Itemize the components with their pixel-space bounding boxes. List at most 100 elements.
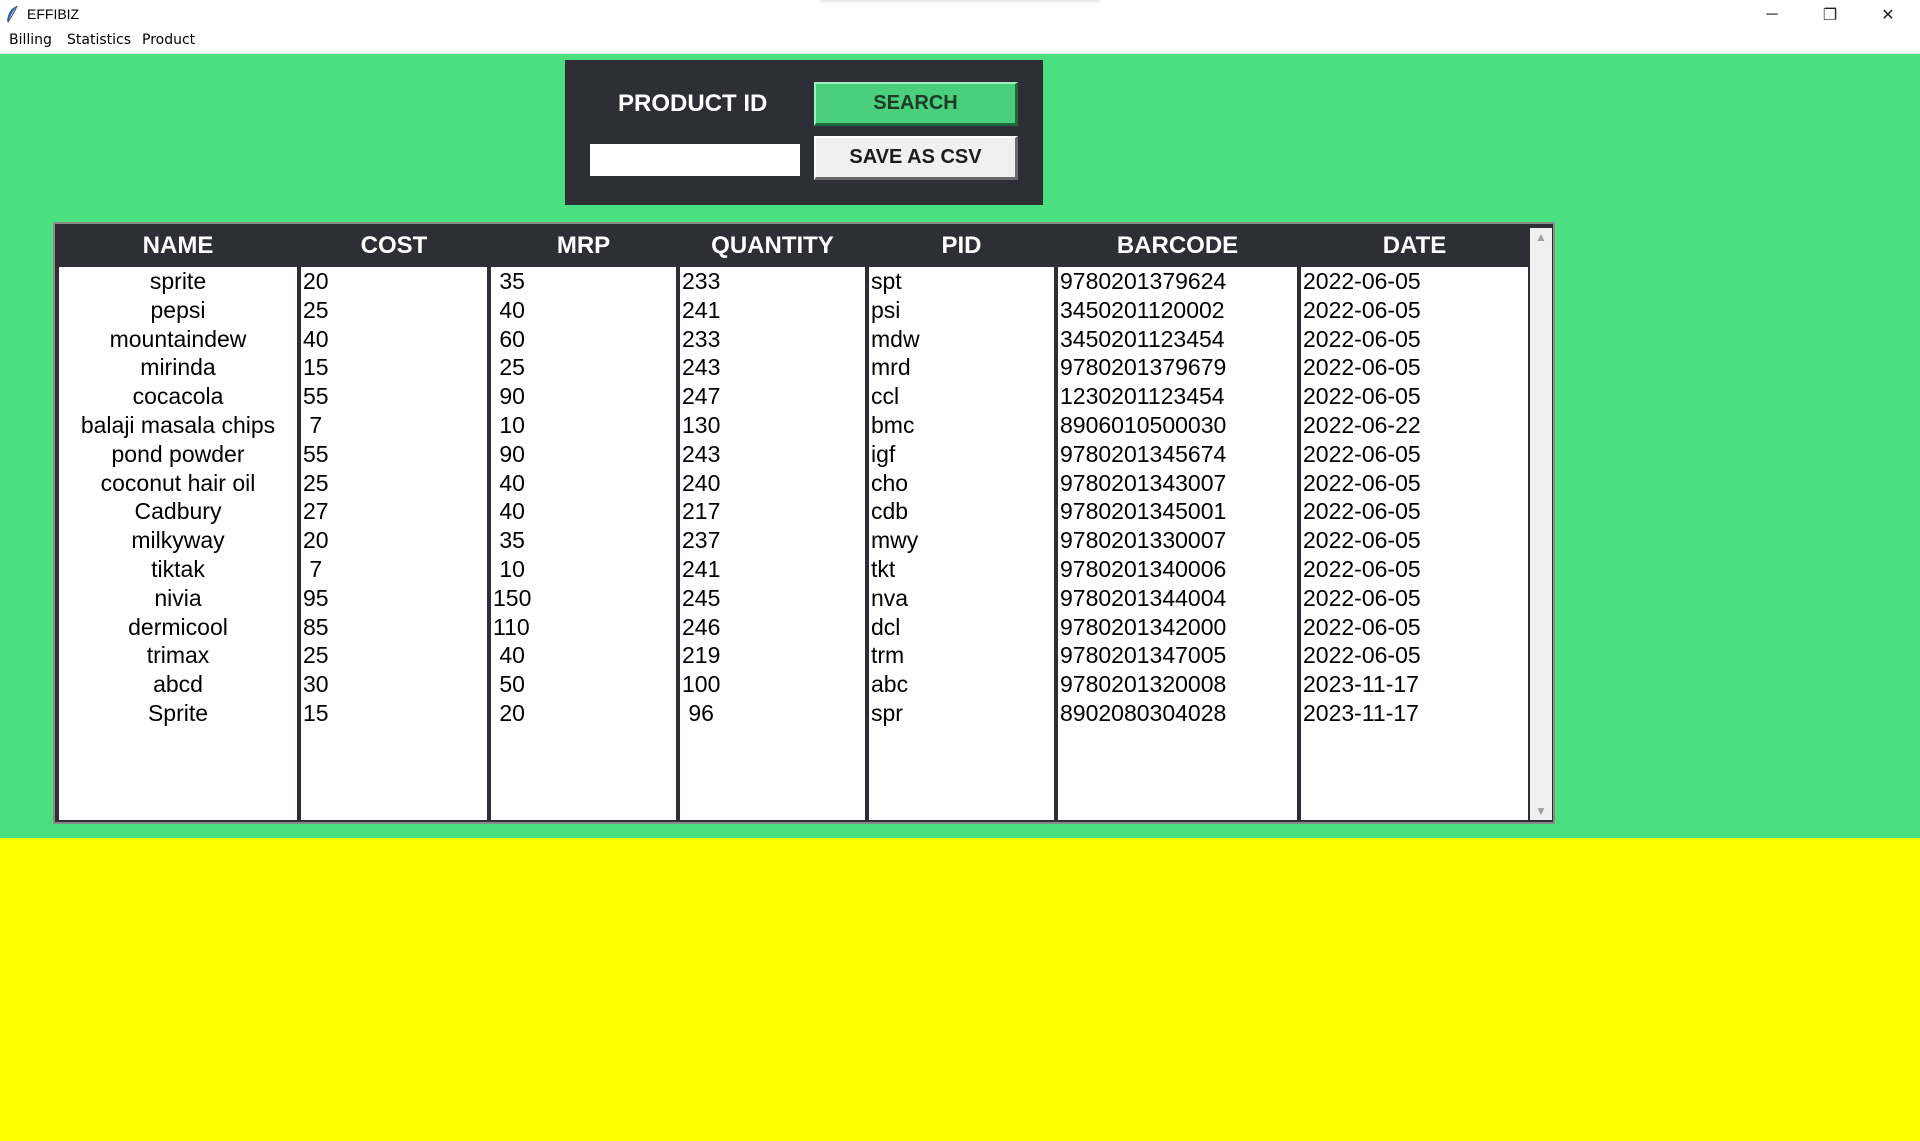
product-id-input[interactable] (590, 144, 800, 176)
table-cell[interactable]: 2022-06-05 (1301, 353, 1528, 382)
table-cell[interactable]: 2022-06-05 (1301, 325, 1528, 354)
table-cell[interactable]: tkt (869, 555, 1054, 584)
minimize-button[interactable]: ─ (1743, 0, 1801, 29)
table-cell[interactable]: 96 (680, 699, 865, 728)
column-header-mrp[interactable]: MRP (489, 228, 678, 264)
table-cell[interactable]: spr (869, 699, 1054, 728)
table-cell[interactable]: pepsi (59, 296, 297, 325)
table-cell[interactable]: balaji masala chips (59, 411, 297, 440)
table-cell[interactable]: sprite (59, 267, 297, 296)
table-cell[interactable]: 20 (491, 699, 676, 728)
table-cell[interactable]: 237 (680, 526, 865, 555)
table-cell[interactable]: 90 (491, 440, 676, 469)
search-button[interactable]: SEARCH (814, 82, 1018, 126)
table-cell[interactable]: cocacola (59, 382, 297, 411)
table-cell[interactable]: 3450201123454 (1058, 325, 1297, 354)
table-cell[interactable]: 15 (301, 353, 487, 382)
table-cell[interactable]: mirinda (59, 353, 297, 382)
table-cell[interactable]: 40 (491, 641, 676, 670)
table-cell[interactable]: 233 (680, 267, 865, 296)
close-button[interactable]: ✕ (1859, 0, 1917, 29)
table-cell[interactable]: 100 (680, 670, 865, 699)
table-cell[interactable]: 10 (491, 411, 676, 440)
table-cell[interactable]: abc (869, 670, 1054, 699)
table-cell[interactable]: 10 (491, 555, 676, 584)
table-cell[interactable]: 217 (680, 497, 865, 526)
table-cell[interactable]: 2023-11-17 (1301, 699, 1528, 728)
table-cell[interactable]: nivia (59, 584, 297, 613)
table-cell[interactable]: 241 (680, 296, 865, 325)
table-cell[interactable]: 8906010500030 (1058, 411, 1297, 440)
table-cell[interactable]: 20 (301, 267, 487, 296)
table-cell[interactable]: 9780201379624 (1058, 267, 1297, 296)
table-cell[interactable]: 9780201320008 (1058, 670, 1297, 699)
table-cell[interactable]: 50 (491, 670, 676, 699)
column-header-barcode[interactable]: BARCODE (1056, 228, 1299, 264)
table-cell[interactable]: 9780201340006 (1058, 555, 1297, 584)
table-cell[interactable]: tiktak (59, 555, 297, 584)
table-cell[interactable]: mountaindew (59, 325, 297, 354)
table-cell[interactable]: abcd (59, 670, 297, 699)
table-cell[interactable]: 35 (491, 267, 676, 296)
table-cell[interactable]: 40 (491, 296, 676, 325)
table-cell[interactable]: 110 (491, 613, 676, 642)
table-cell[interactable]: 243 (680, 440, 865, 469)
table-cell[interactable]: trimax (59, 641, 297, 670)
table-cell[interactable]: 2022-06-05 (1301, 613, 1528, 642)
scroll-down-arrow-icon[interactable]: ▼ (1530, 802, 1552, 820)
table-cell[interactable]: 25 (301, 641, 487, 670)
table-cell[interactable]: 2022-06-05 (1301, 641, 1528, 670)
table-cell[interactable]: milkyway (59, 526, 297, 555)
table-cell[interactable]: 25 (301, 469, 487, 498)
table-cell[interactable]: 2022-06-05 (1301, 296, 1528, 325)
table-cell[interactable]: 2022-06-05 (1301, 382, 1528, 411)
table-cell[interactable]: ccl (869, 382, 1054, 411)
table-cell[interactable]: 25 (301, 296, 487, 325)
table-cell[interactable]: 35 (491, 526, 676, 555)
table-cell[interactable]: 9780201347005 (1058, 641, 1297, 670)
table-cell[interactable]: psi (869, 296, 1054, 325)
table-cell[interactable]: 240 (680, 469, 865, 498)
table-cell[interactable]: 2023-11-17 (1301, 670, 1528, 699)
table-cell[interactable]: dcl (869, 613, 1054, 642)
table-cell[interactable]: 9780201342000 (1058, 613, 1297, 642)
table-cell[interactable]: 2022-06-05 (1301, 526, 1528, 555)
table-cell[interactable]: cdb (869, 497, 1054, 526)
table-cell[interactable]: 2022-06-05 (1301, 555, 1528, 584)
table-cell[interactable]: Cadbury (59, 497, 297, 526)
table-cell[interactable]: 85 (301, 613, 487, 642)
table-cell[interactable]: 55 (301, 440, 487, 469)
table-cell[interactable]: 7 (301, 411, 487, 440)
table-cell[interactable]: 20 (301, 526, 487, 555)
table-cell[interactable]: 40 (491, 497, 676, 526)
menu-product[interactable]: Product (142, 32, 195, 48)
table-cell[interactable]: 9780201330007 (1058, 526, 1297, 555)
table-cell[interactable]: igf (869, 440, 1054, 469)
column-header-date[interactable]: DATE (1299, 228, 1530, 264)
table-cell[interactable]: coconut hair oil (59, 469, 297, 498)
table-cell[interactable]: 241 (680, 555, 865, 584)
table-cell[interactable]: 9780201343007 (1058, 469, 1297, 498)
scroll-up-arrow-icon[interactable]: ▲ (1530, 228, 1552, 246)
table-cell[interactable]: 2022-06-05 (1301, 440, 1528, 469)
table-cell[interactable]: 55 (301, 382, 487, 411)
table-cell[interactable]: 9780201344004 (1058, 584, 1297, 613)
table-cell[interactable]: trm (869, 641, 1054, 670)
table-cell[interactable]: 246 (680, 613, 865, 642)
menu-statistics[interactable]: Statistics (67, 32, 131, 48)
table-cell[interactable]: 27 (301, 497, 487, 526)
table-cell[interactable]: 15 (301, 699, 487, 728)
table-cell[interactable]: 2022-06-05 (1301, 469, 1528, 498)
table-cell[interactable]: 150 (491, 584, 676, 613)
table-cell[interactable]: nva (869, 584, 1054, 613)
table-cell[interactable]: 9780201345674 (1058, 440, 1297, 469)
table-cell[interactable]: 219 (680, 641, 865, 670)
column-header-name[interactable]: NAME (57, 228, 299, 264)
table-cell[interactable]: 247 (680, 382, 865, 411)
column-header-quantity[interactable]: QUANTITY (678, 228, 867, 264)
table-cell[interactable]: 243 (680, 353, 865, 382)
table-cell[interactable]: 8902080304028 (1058, 699, 1297, 728)
table-cell[interactable]: 3450201120002 (1058, 296, 1297, 325)
maximize-button[interactable]: ❐ (1801, 0, 1859, 29)
table-cell[interactable]: 25 (491, 353, 676, 382)
